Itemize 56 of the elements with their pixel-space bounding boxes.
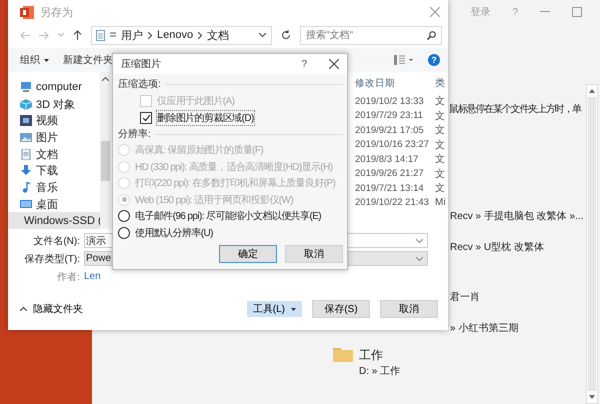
hint-text: 鼠标悬停在某个文件夹上方时，单 [449, 102, 582, 116]
cancel-button[interactable]: 取消 [285, 245, 343, 263]
cancel-button[interactable]: 取消 [380, 300, 438, 318]
tools-dropdown-button[interactable]: 工具(L) [246, 301, 302, 317]
window-title: 另存为 [40, 6, 74, 20]
column-header[interactable]: 类 [435, 76, 445, 90]
folder-name[interactable]: 工作 [359, 347, 400, 364]
file-type-label: 保存类型(T): [23, 252, 81, 266]
recent-folder-path[interactable]: Recv » U型枕 改繁体 [450, 243, 544, 253]
folder-path: D: » 工作 [359, 365, 400, 378]
type-cell-text: 文 [435, 168, 445, 181]
file-name-label: 文件名(N): [32, 234, 81, 248]
navigation-item[interactable]: computer [8, 79, 100, 96]
type-cell-text: 文 [435, 182, 445, 196]
type-cell-text: 文 [435, 138, 445, 152]
new-folder-button[interactable]: 新建文件夹 [63, 53, 113, 67]
address-bar[interactable]: 用户 Lenovo 文档 [91, 26, 272, 44]
date-cell-text: 2019/10/22 21:43 [355, 197, 430, 208]
checkbox-label[interactable]: 删除图片的剪裁区域(D) [157, 110, 254, 124]
date-cell-text: 2019/9/26 21:27 [355, 168, 425, 180]
type-cell-text: 文 [435, 124, 445, 138]
author-label: 作者: [56, 270, 81, 284]
radio-label[interactable]: 使用默认分辨率(U) [135, 226, 213, 240]
date-cell-text: 2019/10/16 23:27 [355, 139, 430, 150]
dialog-title: 压缩图片 [121, 58, 162, 71]
recent-folder-path[interactable]: 君一肖 [450, 293, 480, 303]
organize-menu-button[interactable]: 组织 [20, 53, 49, 67]
help-button[interactable]: ? [301, 58, 307, 70]
type-cell-text: 文 [435, 152, 445, 166]
section-label: 分辨率: [118, 128, 151, 141]
author-link[interactable]: Len [84, 271, 101, 282]
date-cell-text: 2019/8/3 14:17 [355, 154, 420, 165]
section-label: 压缩选项: [118, 78, 161, 91]
date-cell-text: 2019/10/2 13:33 [355, 96, 425, 107]
search-field[interactable]: 搜索"文档" [300, 26, 442, 44]
navigation-item[interactable]: 图片 [8, 129, 100, 146]
recent-folder-path[interactable]: Recv » 手提电脑包 改繁体 »... [450, 212, 584, 222]
save-button[interactable]: 保存(S) [312, 300, 370, 318]
navigation-item[interactable]: 文档 [8, 146, 100, 162]
navigation-item[interactable]: 桌面 [8, 196, 100, 212]
navigation-item[interactable]: 3D 对象 [8, 96, 100, 112]
hide-folders-button[interactable]: 隐藏文件夹 [20, 302, 83, 316]
navigation-item[interactable]: 视频 [8, 112, 100, 130]
navigation-item[interactable]: 音乐 [8, 179, 100, 196]
type-cell-text: 文 [435, 110, 445, 123]
column-header[interactable]: 修改日期 [355, 76, 435, 90]
date-cell-text: 2019/7/29 23:11 [355, 110, 424, 122]
type-cell-text: 文 [435, 94, 445, 108]
type-cell: Mi [435, 197, 446, 208]
help-button[interactable]: ? [428, 54, 440, 66]
recent-folder-path[interactable]: » 小红书第三期 [450, 324, 518, 334]
ok-button[interactable]: 确定 [219, 245, 277, 263]
date-cell-text: 2019/7/21 13:14 [355, 182, 425, 194]
radio-label[interactable]: 电子邮件(96 ppi): 尽可能缩小文档以便共享(E) [135, 209, 321, 224]
date-cell-text: 2019/9/21 17:05 [355, 124, 425, 136]
navigation-item[interactable]: 下载 [8, 162, 100, 180]
